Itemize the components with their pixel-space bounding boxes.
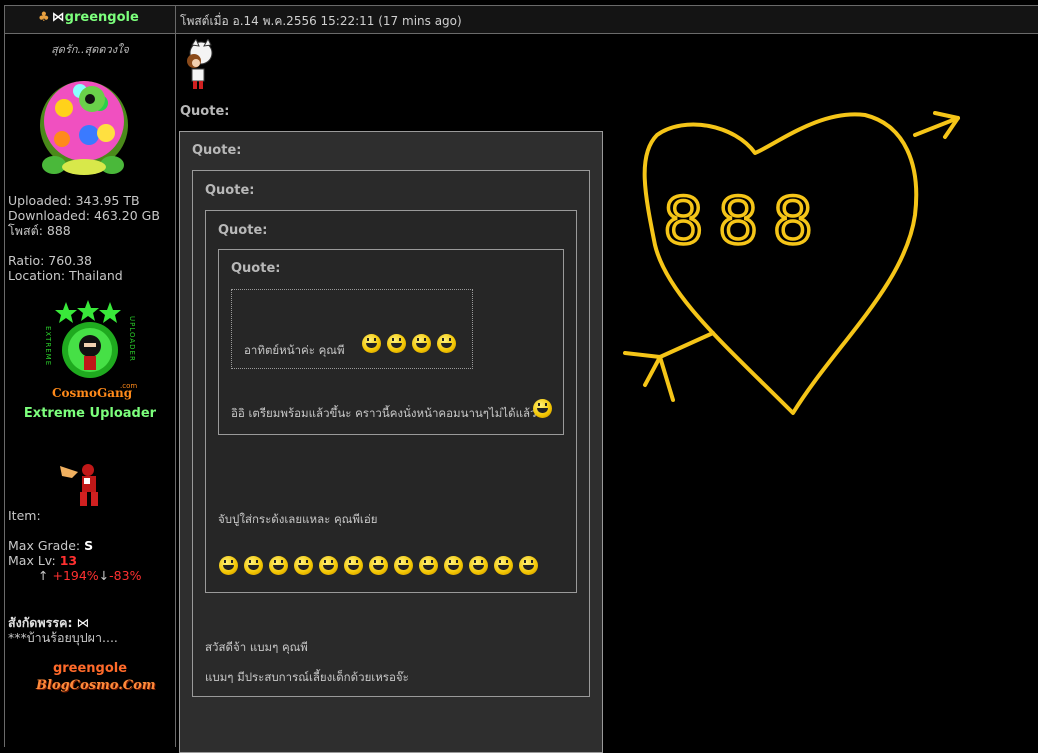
- smiley-row: [219, 556, 544, 575]
- laughing-smiley-icon: [244, 556, 263, 575]
- laughing-smiley-icon: [494, 556, 513, 575]
- laughing-smiley-icon: [269, 556, 288, 575]
- down-percent: -83%: [109, 568, 142, 583]
- max-stats: Max Grade: S Max Lv: 13: [8, 538, 93, 568]
- laughing-smiley-icon: [412, 334, 431, 353]
- quote-text: สวัสดีจ้า แบมๆ คุณพี: [205, 640, 308, 654]
- laughing-smiley-icon: [319, 556, 338, 575]
- butterfly-icon: ⋈: [76, 615, 89, 630]
- item-label: Item:: [8, 508, 41, 523]
- laughing-smiley-icon: [437, 334, 456, 353]
- quote-text: แบมๆ มีประสบการณ์เลี้ยงเด็กด้วยเหรอจ๊ะ: [205, 670, 409, 684]
- heart-drawing: 888: [623, 111, 960, 415]
- rank-badge-com: .com: [120, 382, 137, 390]
- table-border-left: [4, 5, 5, 747]
- table-column-divider: [175, 5, 176, 747]
- laughing-smiley-icon: [519, 556, 538, 575]
- post-timestamp: โพสต์เมื่อ อ.14 พ.ค.2556 15:22:11 (17 mi…: [180, 14, 462, 28]
- table-border-header: [4, 33, 1038, 34]
- heart-text: 888: [663, 185, 827, 259]
- user-rank-icon: ♣: [38, 10, 50, 25]
- laughing-smiley-icon: [419, 556, 438, 575]
- signature-name: greengole: [52, 661, 128, 676]
- up-percent: +194%: [52, 568, 99, 583]
- gang-label: สังกัดพรรค:: [8, 615, 73, 630]
- ratio-change: ↑ +194%↓-83%: [38, 568, 141, 583]
- laughing-smiley-icon: [219, 556, 238, 575]
- down-arrow-icon: ↓: [98, 568, 110, 583]
- up-arrow-icon: ↑: [38, 568, 49, 583]
- rank-badge-side-left: EXTREME: [44, 326, 52, 366]
- user-tagline: สุดรัก..สุดดวงใจ: [51, 43, 129, 56]
- quote-label: Quote:: [205, 183, 255, 198]
- table-border-top: [4, 5, 1038, 6]
- ratio-stat: Ratio: 760.38: [8, 253, 93, 268]
- max-grade-label: Max Grade:: [8, 538, 81, 553]
- downloaded-stat: Downloaded: 463.20 GB: [8, 208, 160, 223]
- laughing-smiley-icon: [444, 556, 463, 575]
- user-gang: สังกัดพรรค: ⋈ ***บ้านร้อยบุปผา....: [8, 615, 118, 645]
- item-icon: [60, 464, 98, 506]
- smiley-row: [362, 334, 462, 353]
- chibi-emoticon-icon: [187, 39, 213, 89]
- quote-text: อิอิ เตรียมพร้อมแล้วขึ้นะ คราวนี้คงนั่งห…: [231, 406, 545, 420]
- location-stat: Location: Thailand: [8, 268, 123, 283]
- laughing-smiley-icon: [469, 556, 488, 575]
- user-stats: Uploaded: 343.95 TB Downloaded: 463.20 G…: [8, 193, 160, 283]
- posts-stat: โพสต์: 888: [8, 223, 71, 238]
- max-grade-value: S: [84, 538, 94, 553]
- laughing-smiley-icon: [294, 556, 313, 575]
- signature-blog-link[interactable]: BlogCosmo.Com: [36, 678, 156, 693]
- quote-text: จับปูใส่กระด้งเลยแหละ คุณพีเอ่ย: [218, 512, 378, 526]
- laughing-smiley-icon: [394, 556, 413, 575]
- quote-label-outer: Quote:: [180, 104, 230, 119]
- laughing-smiley-icon: [533, 399, 552, 418]
- quote-text: อาทิตย์หน้าค่ะ คุณพี: [244, 343, 345, 357]
- quote-label: Quote:: [192, 143, 242, 158]
- quote-label: Quote:: [218, 223, 268, 238]
- max-lv-label: Max Lv:: [8, 553, 56, 568]
- quote-label: Quote:: [231, 261, 281, 276]
- laughing-smiley-icon: [369, 556, 388, 575]
- laughing-smiley-icon: [387, 334, 406, 353]
- uploaded-stat: Uploaded: 343.95 TB: [8, 193, 140, 208]
- rank-badge-side-right: UPLOADER: [128, 316, 136, 362]
- user-rank: Extreme Uploader: [23, 406, 157, 421]
- user-avatar: [40, 81, 128, 175]
- quote-block-level-5: อาทิตย์หน้าค่ะ คุณพี: [231, 289, 473, 369]
- butterfly-icon: ⋈: [51, 10, 65, 25]
- author-username[interactable]: ♣ ⋈greengole: [38, 10, 139, 25]
- laughing-smiley-icon: [344, 556, 363, 575]
- laughing-smiley-icon: [362, 334, 381, 353]
- max-lv-value: 13: [59, 553, 78, 568]
- rank-badge: EXTREME UPLOADER CosmoGang .com: [44, 300, 137, 400]
- heart-stroke: [623, 111, 960, 415]
- gang-name[interactable]: ***บ้านร้อยบุปผา....: [8, 630, 118, 645]
